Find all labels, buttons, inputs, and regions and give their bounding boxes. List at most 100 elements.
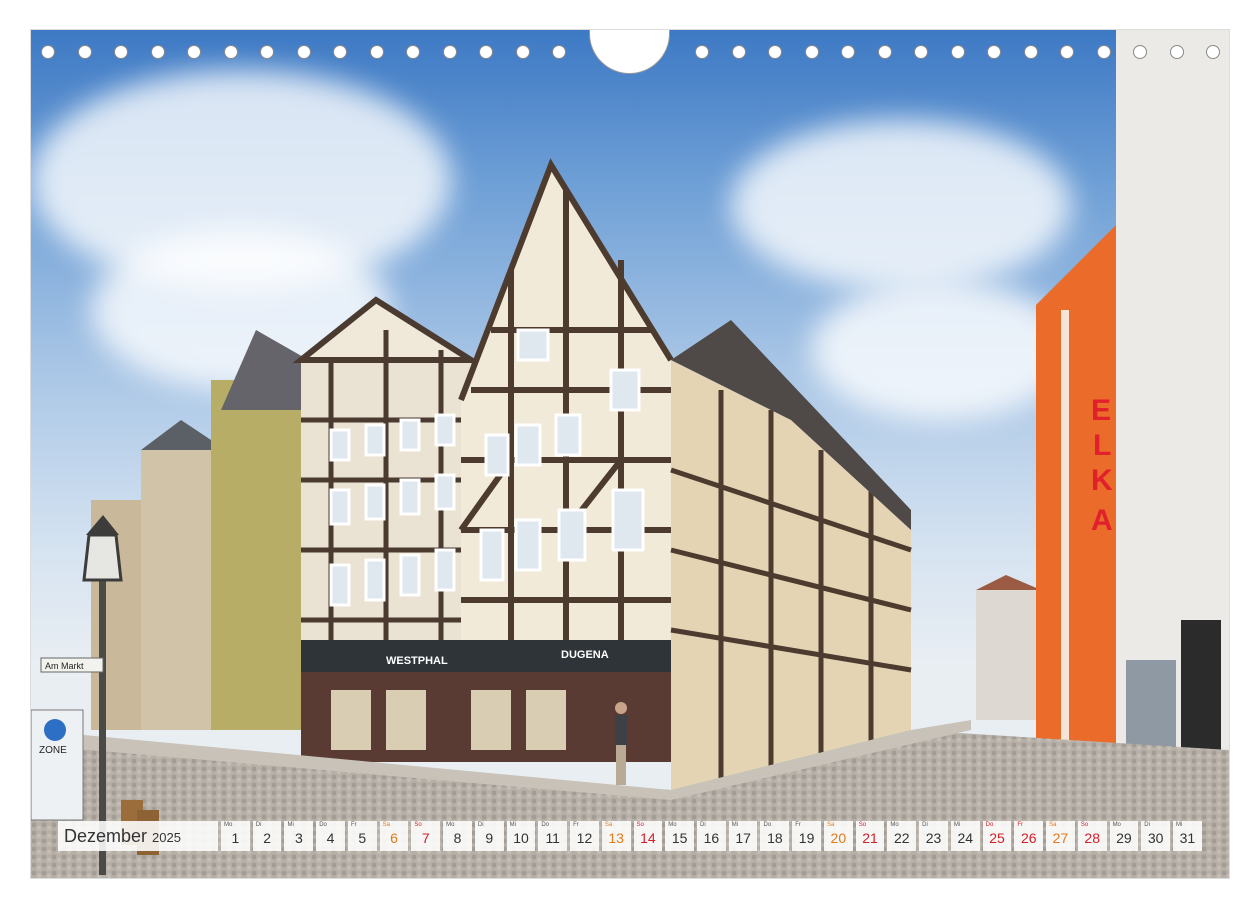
calendar-weekday: Di	[700, 822, 706, 828]
calendar-day-number: 31	[1179, 830, 1196, 846]
calendar-day: Mo 29	[1109, 821, 1139, 851]
binding-hole	[1096, 45, 1111, 59]
calendar-day-number: 21	[862, 830, 878, 846]
calendar-weekday: Di	[1144, 822, 1150, 828]
calendar-header: Dezember 2025	[58, 821, 218, 851]
calendar-day: Mi 17	[728, 821, 758, 851]
binding-hole	[877, 45, 892, 59]
calendar-weekday: Do	[763, 822, 772, 828]
building-green	[211, 380, 311, 730]
shop-sign-band	[301, 640, 671, 672]
binding-hole	[223, 45, 238, 59]
sign-elka-3: K	[1091, 464, 1113, 497]
calendar-photo: WESTPHAL DUGENA E L K A ZONE Am Markt	[31, 30, 1229, 878]
calendar-day: Di 9	[474, 821, 504, 851]
calendar-day: So 21	[855, 821, 885, 851]
calendar-day: Di 30	[1141, 821, 1171, 851]
binding-hole	[1206, 45, 1220, 59]
calendar-day: Di 2	[252, 821, 282, 851]
calendar-weekday: Fr	[573, 822, 579, 828]
calendar-weekday: Di	[922, 822, 928, 828]
calendar-day-number: 17	[735, 830, 751, 846]
calendar-day: Mi 31	[1173, 821, 1202, 851]
calendar-day-number: 7	[421, 830, 430, 846]
calendar-day-number: 30	[1147, 830, 1164, 846]
calendar-weekday: So	[1080, 822, 1089, 828]
calendar-weekday: Sa	[1049, 822, 1057, 828]
binding-hole	[187, 45, 201, 59]
binding-hole	[114, 45, 128, 59]
timber-house-side	[671, 360, 911, 790]
sign-westphal: WESTPHAL	[386, 655, 448, 667]
binding-hole	[442, 45, 457, 59]
calendar-weekday: Mo	[1112, 822, 1121, 828]
calendar-day: Sa 6	[379, 821, 409, 851]
calendar-weekday: Fr	[1017, 822, 1024, 828]
calendar-weekday: So	[636, 822, 644, 828]
calendar-weekday: Do	[985, 822, 994, 828]
calendar-weekday: Mo	[446, 822, 455, 828]
calendar-day: So 28	[1077, 821, 1107, 851]
binding-hole	[515, 45, 530, 59]
calendar-day: Di 23	[919, 821, 948, 851]
calendar-day-number: 18	[767, 830, 783, 846]
calendar-day-number: 11	[545, 830, 560, 846]
calendar-day: Mo 8	[443, 821, 472, 851]
calendar-day: Do 4	[316, 821, 345, 851]
calendar-day: Di 16	[697, 821, 726, 851]
binding-hole	[77, 45, 92, 59]
binding-hole	[406, 45, 420, 59]
binding-hole	[1133, 45, 1147, 59]
calendar-weekday: Mi	[953, 822, 961, 828]
calendar-year: 2025	[152, 830, 181, 845]
calendar-day-number: 24	[957, 830, 974, 846]
calendar-weekday: Mi	[1176, 822, 1183, 828]
calendar-weekday: Fr	[795, 822, 801, 828]
sign-zone: ZONE	[39, 745, 67, 756]
calendar-day-number: 9	[485, 830, 494, 846]
calendar-weekday: Do	[319, 822, 327, 828]
binding-hole	[333, 45, 347, 59]
binding-hole	[695, 45, 709, 59]
calendar-weekday: Sa	[826, 822, 835, 828]
calendar-day-number: 3	[294, 830, 303, 846]
binding-hole	[296, 45, 311, 59]
calendar-day-number: 29	[1116, 830, 1132, 846]
calendar-day: Mo 15	[665, 821, 695, 851]
calendar-day: Fr 12	[570, 821, 599, 851]
calendar-weekday: Fr	[350, 822, 357, 828]
calendar-day: Fr 5	[347, 821, 377, 851]
binding-hole	[804, 45, 819, 59]
binding-hole	[1060, 45, 1074, 59]
calendar-weekday: Mi	[287, 822, 294, 828]
calendar-day: Do 11	[538, 821, 568, 851]
binding-hole	[950, 45, 965, 59]
calendar-day-number: 25	[989, 830, 1005, 846]
calendar-day-number: 19	[798, 830, 815, 846]
street-scene: WESTPHAL DUGENA E L K A ZONE Am Markt	[31, 30, 1229, 878]
sign-elka-4: A	[1091, 504, 1113, 537]
calendar-day-number: 27	[1052, 830, 1069, 846]
calendar-day-number: 13	[608, 830, 624, 846]
calendar-day-number: 14	[640, 830, 656, 846]
calendar-day: Mi 24	[950, 821, 980, 851]
person	[615, 715, 627, 745]
binding-hole	[768, 45, 782, 59]
calendar-day-number: 5	[358, 830, 367, 846]
binding-hole	[369, 45, 384, 59]
calendar-day-number: 15	[671, 830, 688, 846]
calendar-day-number: 22	[894, 830, 910, 846]
calendar-weekday: Mi	[509, 822, 516, 828]
sign-dugena: DUGENA	[561, 649, 609, 661]
calendar-day: Mo 1	[221, 821, 250, 851]
binding-hole	[260, 45, 274, 59]
calendar-weekday: Mo	[224, 822, 233, 828]
binding-hole	[150, 45, 165, 59]
calendar-day: Fr 26	[1014, 821, 1044, 851]
calendar-day-number: 12	[576, 830, 593, 846]
sign-am-markt: Am Markt	[45, 661, 84, 671]
calendar-weekday: Sa	[382, 822, 391, 828]
calendar-day-number: 4	[326, 830, 335, 846]
calendar-weekday: Mo	[890, 822, 899, 828]
binding-hole	[987, 45, 1001, 59]
